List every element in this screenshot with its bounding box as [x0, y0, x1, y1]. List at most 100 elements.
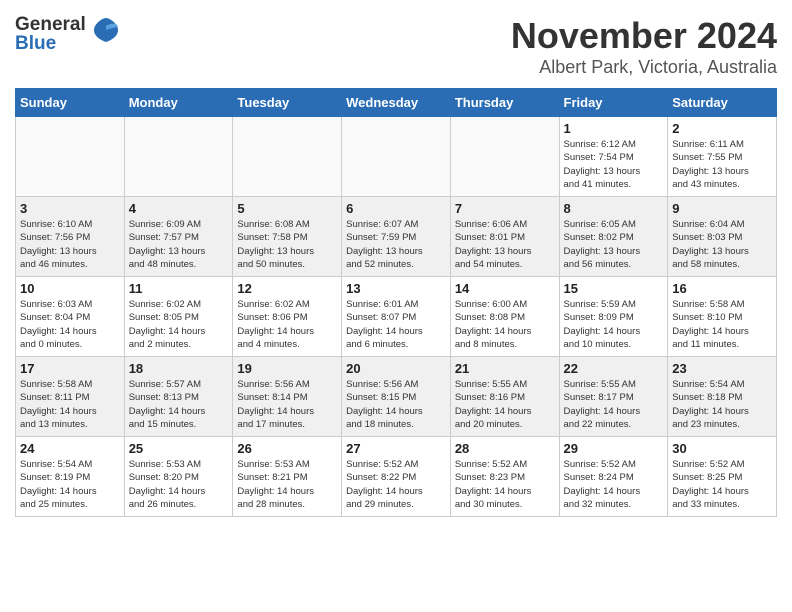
weekday-header-thursday: Thursday — [450, 89, 559, 117]
calendar-day-cell: 22 Sunrise: 5:55 AM Sunset: 8:17 PM Dayli… — [559, 357, 668, 437]
calendar-table: SundayMondayTuesdayWednesdayThursdayFrid… — [15, 88, 777, 517]
weekday-header-saturday: Saturday — [668, 89, 777, 117]
calendar-day-cell: 3 Sunrise: 6:10 AM Sunset: 7:56 PM Daylig… — [16, 197, 125, 277]
calendar-day-cell: 14 Sunrise: 6:00 AM Sunset: 8:08 PM Dayli… — [450, 277, 559, 357]
day-number: 25 — [129, 441, 229, 456]
day-number: 18 — [129, 361, 229, 376]
day-number: 11 — [129, 281, 229, 296]
day-number: 26 — [237, 441, 337, 456]
weekday-header-friday: Friday — [559, 89, 668, 117]
calendar-day-cell: 2 Sunrise: 6:11 AM Sunset: 7:55 PM Daylig… — [668, 117, 777, 197]
calendar-day-cell — [124, 117, 233, 197]
day-detail: Sunrise: 6:06 AM Sunset: 8:01 PM Dayligh… — [455, 218, 555, 271]
day-number: 5 — [237, 201, 337, 216]
calendar-day-cell: 1 Sunrise: 6:12 AM Sunset: 7:54 PM Daylig… — [559, 117, 668, 197]
weekday-header-row: SundayMondayTuesdayWednesdayThursdayFrid… — [16, 89, 777, 117]
day-number: 29 — [564, 441, 664, 456]
day-detail: Sunrise: 5:53 AM Sunset: 8:21 PM Dayligh… — [237, 458, 337, 511]
calendar-day-cell: 7 Sunrise: 6:06 AM Sunset: 8:01 PM Daylig… — [450, 197, 559, 277]
day-number: 15 — [564, 281, 664, 296]
day-detail: Sunrise: 5:56 AM Sunset: 8:14 PM Dayligh… — [237, 378, 337, 431]
calendar-day-cell: 15 Sunrise: 5:59 AM Sunset: 8:09 PM Dayli… — [559, 277, 668, 357]
day-detail: Sunrise: 6:08 AM Sunset: 7:58 PM Dayligh… — [237, 218, 337, 271]
weekday-header-tuesday: Tuesday — [233, 89, 342, 117]
day-number: 16 — [672, 281, 772, 296]
day-number: 27 — [346, 441, 446, 456]
weekday-header-monday: Monday — [124, 89, 233, 117]
day-detail: Sunrise: 6:11 AM Sunset: 7:55 PM Dayligh… — [672, 138, 772, 191]
calendar-day-cell — [233, 117, 342, 197]
day-detail: Sunrise: 6:03 AM Sunset: 8:04 PM Dayligh… — [20, 298, 120, 351]
calendar-day-cell: 28Sunrise: 5:52 AM Sunset: 8:23 PM Dayli… — [450, 437, 559, 517]
day-number: 24 — [20, 441, 120, 456]
calendar-day-cell: 27 Sunrise: 5:52 AM Sunset: 8:22 PM Dayli… — [342, 437, 451, 517]
calendar-day-cell: 8 Sunrise: 6:05 AM Sunset: 8:02 PM Daylig… — [559, 197, 668, 277]
calendar-day-cell — [16, 117, 125, 197]
day-number: 14 — [455, 281, 555, 296]
day-number: 4 — [129, 201, 229, 216]
day-detail: Sunrise: 5:52 AM Sunset: 8:24 PM Dayligh… — [564, 458, 664, 511]
calendar-week-row: 1 Sunrise: 6:12 AM Sunset: 7:54 PM Daylig… — [16, 117, 777, 197]
day-number: 1 — [564, 121, 664, 136]
day-detail: Sunrise: 5:55 AM Sunset: 8:16 PM Dayligh… — [455, 378, 555, 431]
day-number: 8 — [564, 201, 664, 216]
day-number: 19 — [237, 361, 337, 376]
weekday-header-sunday: Sunday — [16, 89, 125, 117]
day-number: 7 — [455, 201, 555, 216]
calendar-day-cell: 6 Sunrise: 6:07 AM Sunset: 7:59 PM Daylig… — [342, 197, 451, 277]
day-detail: Sunrise: 6:04 AM Sunset: 8:03 PM Dayligh… — [672, 218, 772, 271]
day-number: 6 — [346, 201, 446, 216]
day-detail: Sunrise: 6:09 AM Sunset: 7:57 PM Dayligh… — [129, 218, 229, 271]
calendar-subtitle: Albert Park, Victoria, Australia — [511, 57, 777, 78]
day-number: 2 — [672, 121, 772, 136]
calendar-day-cell: 23 Sunrise: 5:54 AM Sunset: 8:18 PM Dayli… — [668, 357, 777, 437]
day-detail: Sunrise: 5:53 AM Sunset: 8:20 PM Dayligh… — [129, 458, 229, 511]
day-detail: Sunrise: 5:54 AM Sunset: 8:18 PM Dayligh… — [672, 378, 772, 431]
calendar-day-cell: 10Sunrise: 6:03 AM Sunset: 8:04 PM Dayli… — [16, 277, 125, 357]
day-detail: Sunrise: 5:56 AM Sunset: 8:15 PM Dayligh… — [346, 378, 446, 431]
calendar-day-cell: 9 Sunrise: 6:04 AM Sunset: 8:03 PM Daylig… — [668, 197, 777, 277]
day-number: 22 — [564, 361, 664, 376]
logo-bird-icon — [90, 16, 122, 52]
calendar-day-cell — [342, 117, 451, 197]
calendar-day-cell: 4 Sunrise: 6:09 AM Sunset: 7:57 PM Daylig… — [124, 197, 233, 277]
day-detail: Sunrise: 6:10 AM Sunset: 7:56 PM Dayligh… — [20, 218, 120, 271]
day-number: 23 — [672, 361, 772, 376]
day-number: 17 — [20, 361, 120, 376]
day-number: 20 — [346, 361, 446, 376]
day-detail: Sunrise: 6:12 AM Sunset: 7:54 PM Dayligh… — [564, 138, 664, 191]
day-number: 3 — [20, 201, 120, 216]
day-number: 30 — [672, 441, 772, 456]
calendar-day-cell: 5 Sunrise: 6:08 AM Sunset: 7:58 PM Daylig… — [233, 197, 342, 277]
logo-general: General — [15, 15, 86, 34]
day-detail: Sunrise: 5:59 AM Sunset: 8:09 PM Dayligh… — [564, 298, 664, 351]
calendar-week-row: 17 Sunrise: 5:58 AM Sunset: 8:11 PM Dayli… — [16, 357, 777, 437]
calendar-day-cell: 16 Sunrise: 5:58 AM Sunset: 8:10 PM Dayli… — [668, 277, 777, 357]
day-detail: Sunrise: 5:58 AM Sunset: 8:10 PM Dayligh… — [672, 298, 772, 351]
title-section: November 2024 Albert Park, Victoria, Aus… — [511, 15, 777, 78]
calendar-day-cell: 11Sunrise: 6:02 AM Sunset: 8:05 PM Dayli… — [124, 277, 233, 357]
day-detail: Sunrise: 6:00 AM Sunset: 8:08 PM Dayligh… — [455, 298, 555, 351]
day-number: 12 — [237, 281, 337, 296]
day-detail: Sunrise: 6:01 AM Sunset: 8:07 PM Dayligh… — [346, 298, 446, 351]
header: General Blue November 2024 Albert Park, … — [15, 15, 777, 78]
calendar-week-row: 3 Sunrise: 6:10 AM Sunset: 7:56 PM Daylig… — [16, 197, 777, 277]
day-number: 21 — [455, 361, 555, 376]
calendar-title: November 2024 — [511, 15, 777, 57]
day-detail: Sunrise: 5:55 AM Sunset: 8:17 PM Dayligh… — [564, 378, 664, 431]
weekday-header-wednesday: Wednesday — [342, 89, 451, 117]
day-detail: Sunrise: 6:05 AM Sunset: 8:02 PM Dayligh… — [564, 218, 664, 271]
day-number: 13 — [346, 281, 446, 296]
day-detail: Sunrise: 5:52 AM Sunset: 8:23 PM Dayligh… — [455, 458, 555, 511]
calendar-day-cell: 12Sunrise: 6:02 AM Sunset: 8:06 PM Dayli… — [233, 277, 342, 357]
calendar-week-row: 24Sunrise: 5:54 AM Sunset: 8:19 PM Dayli… — [16, 437, 777, 517]
calendar-day-cell: 18Sunrise: 5:57 AM Sunset: 8:13 PM Dayli… — [124, 357, 233, 437]
calendar-day-cell: 26 Sunrise: 5:53 AM Sunset: 8:21 PM Dayli… — [233, 437, 342, 517]
calendar-day-cell: 17 Sunrise: 5:58 AM Sunset: 8:11 PM Dayli… — [16, 357, 125, 437]
day-number: 9 — [672, 201, 772, 216]
day-detail: Sunrise: 5:52 AM Sunset: 8:22 PM Dayligh… — [346, 458, 446, 511]
day-detail: Sunrise: 6:07 AM Sunset: 7:59 PM Dayligh… — [346, 218, 446, 271]
logo-blue: Blue — [15, 34, 86, 53]
calendar-week-row: 10Sunrise: 6:03 AM Sunset: 8:04 PM Dayli… — [16, 277, 777, 357]
day-detail: Sunrise: 5:58 AM Sunset: 8:11 PM Dayligh… — [20, 378, 120, 431]
